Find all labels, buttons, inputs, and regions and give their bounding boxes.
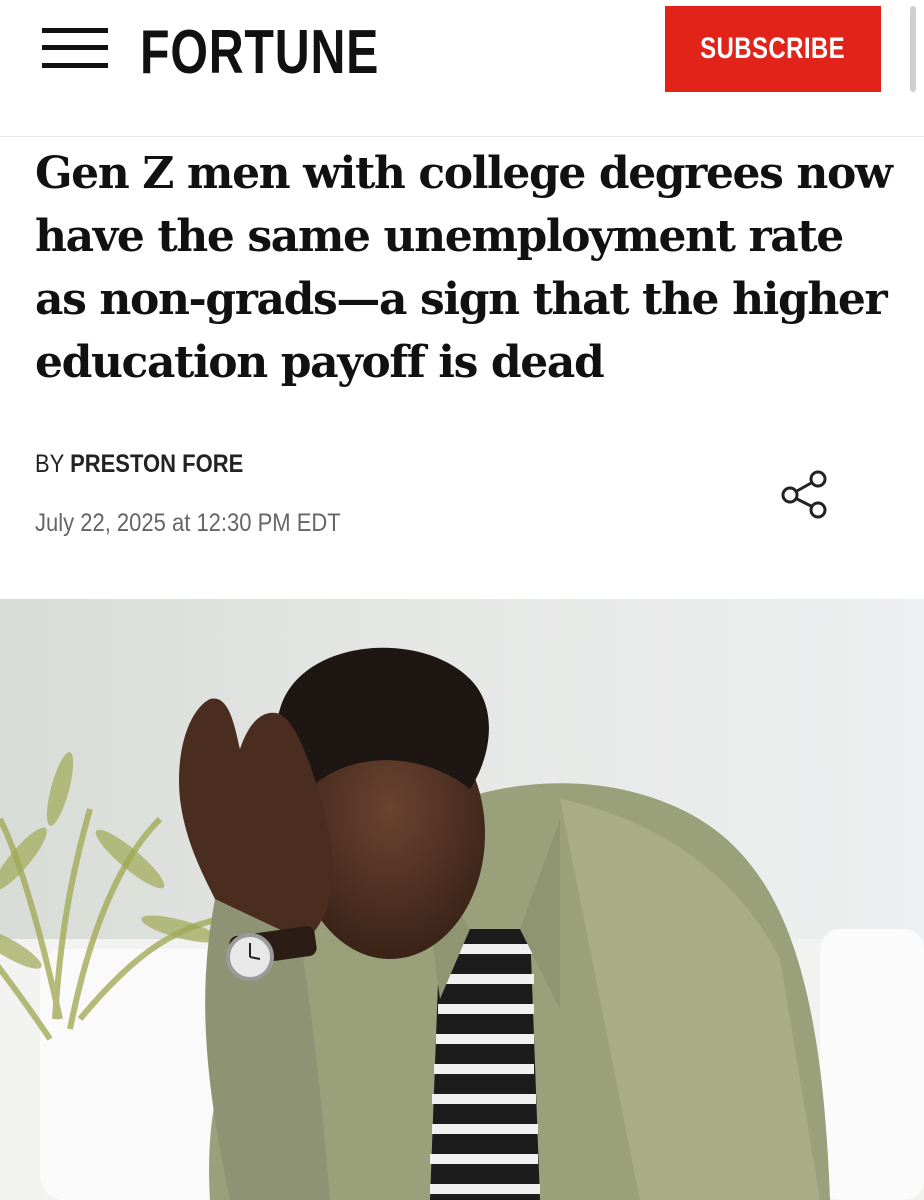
publish-date: July 22, 2025 at 12:30 PM EDT <box>35 509 341 537</box>
byline-prefix: BY <box>35 450 64 478</box>
share-icon[interactable] <box>776 466 832 522</box>
subscribe-button[interactable]: SUBSCRIBE <box>665 6 881 92</box>
hamburger-menu-icon[interactable] <box>42 24 108 74</box>
scrollbar-thumb[interactable] <box>910 6 916 92</box>
site-logo[interactable]: FORTUNE <box>140 14 379 92</box>
site-header: FORTUNE SUBSCRIBE <box>0 0 924 137</box>
article-headline: Gen Z men with college degrees now have … <box>35 148 893 388</box>
author-name[interactable]: PRESTON FORE <box>70 450 243 478</box>
byline: BY PRESTON FORE <box>35 450 243 479</box>
subscribe-label: SUBSCRIBE <box>700 32 846 65</box>
hero-image <box>0 599 924 1200</box>
